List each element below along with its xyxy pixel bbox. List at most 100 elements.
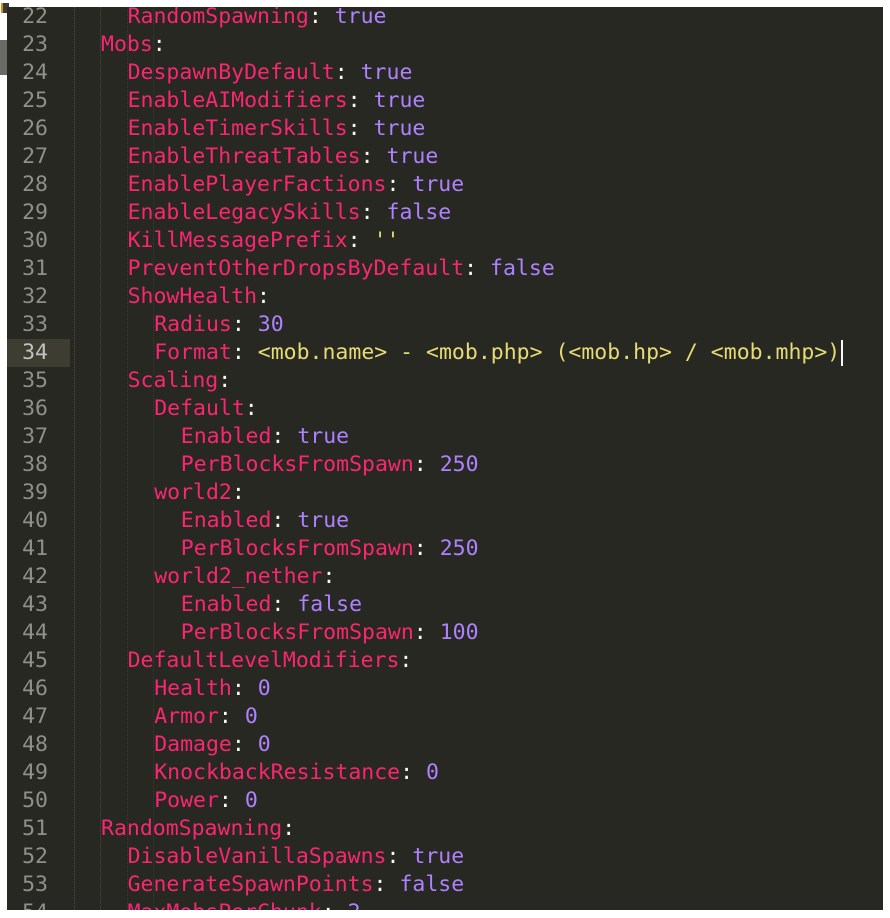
line-number: 44 — [22, 620, 48, 645]
line-number: 39 — [22, 480, 48, 505]
code-text[interactable]: RandomSpawning: — [101, 815, 295, 843]
code-line[interactable]: 41 PerBlocksFromSpawn: 250 — [7, 535, 883, 563]
code-line[interactable]: 23 Mobs: — [7, 31, 883, 59]
code-line[interactable]: 40 Enabled: true — [7, 507, 883, 535]
code-text[interactable]: Format: <mob.name> - <mob.php> (<mob.hp>… — [154, 339, 844, 367]
code-text[interactable]: PerBlocksFromSpawn: 250 — [181, 451, 479, 479]
code-text[interactable]: Default: — [154, 395, 258, 423]
code-line[interactable]: 38 PerBlocksFromSpawn: 250 — [7, 451, 883, 479]
code-line[interactable]: 44 PerBlocksFromSpawn: 100 — [7, 619, 883, 647]
line-gutter: 23 — [7, 31, 70, 59]
code-text[interactable]: PerBlocksFromSpawn: 250 — [181, 535, 479, 563]
colon: : — [347, 88, 361, 113]
code-line[interactable]: 52 DisableVanillaSpawns: true — [7, 843, 883, 871]
code-text[interactable]: Armor: 0 — [154, 703, 258, 731]
line-number: 22 — [22, 7, 48, 29]
line-number: 52 — [22, 844, 48, 869]
code-text[interactable]: Mobs: — [101, 31, 166, 59]
line-gutter: 26 — [7, 115, 70, 143]
yaml-key: Format — [154, 340, 232, 365]
code-line[interactable]: 29 EnableLegacySkills: false — [7, 199, 883, 227]
line-gutter: 30 — [7, 227, 70, 255]
code-line[interactable]: 32 ShowHealth: — [7, 283, 883, 311]
code-text[interactable]: KnockbackResistance: 0 — [154, 759, 439, 787]
code-text[interactable]: Enabled: false — [181, 591, 362, 619]
colon: : — [413, 620, 427, 645]
code-line[interactable]: 54 MaxMobsPerChunk: 2 — [7, 899, 883, 910]
code-line[interactable]: 49 KnockbackResistance: 0 — [7, 759, 883, 787]
line-gutter: 33 — [7, 311, 70, 339]
yaml-key: Damage — [154, 732, 232, 757]
code-text[interactable]: Power: 0 — [154, 787, 258, 815]
code-line[interactable]: 50 Power: 0 — [7, 787, 883, 815]
code-text[interactable]: RandomSpawning: true — [128, 7, 387, 31]
code-line[interactable]: 42 world2_nether: — [7, 563, 883, 591]
code-line[interactable]: 27 EnableThreatTables: true — [7, 143, 883, 171]
code-text[interactable]: DespawnByDefault: true — [128, 59, 413, 87]
code-line[interactable]: 39 world2: — [7, 479, 883, 507]
code-text[interactable]: Health: 0 — [154, 675, 271, 703]
code-line[interactable]: 45 DefaultLevelModifiers: — [7, 647, 883, 675]
yaml-key: Enabled — [180, 508, 272, 533]
code-text[interactable]: MaxMobsPerChunk: 2 — [128, 899, 361, 910]
code-text[interactable]: EnableTimerSkills: true — [128, 115, 426, 143]
code-text[interactable]: KillMessagePrefix: '' — [128, 227, 400, 255]
code-text[interactable]: Radius: 30 — [154, 311, 283, 339]
yaml-key: EnablePlayerFactions — [127, 172, 387, 197]
code-text[interactable]: Damage: 0 — [154, 731, 271, 759]
line-gutter: 25 — [7, 87, 70, 115]
yaml-value: true — [360, 60, 413, 85]
code-text[interactable]: DisableVanillaSpawns: true — [128, 843, 465, 871]
code-line[interactable]: 31 PreventOtherDropsByDefault: false — [7, 255, 883, 283]
yaml-key: EnableLegacySkills — [127, 200, 361, 225]
code-line[interactable]: 34 Format: <mob.name> - <mob.php> (<mob.h… — [7, 339, 883, 367]
colon: : — [244, 396, 258, 421]
code-text[interactable]: DefaultLevelModifiers: — [128, 647, 413, 675]
yaml-value: true — [373, 88, 426, 113]
code-text[interactable]: Scaling: — [128, 367, 232, 395]
code-line[interactable]: 51 RandomSpawning: — [7, 815, 883, 843]
code-text[interactable]: EnableLegacySkills: false — [128, 199, 452, 227]
code-line[interactable]: 28 EnablePlayerFactions: true — [7, 171, 883, 199]
code-line[interactable]: 43 Enabled: false — [7, 591, 883, 619]
code-line[interactable]: 33 Radius: 30 — [7, 311, 883, 339]
line-number: 41 — [22, 536, 48, 561]
line-gutter: 40 — [7, 507, 70, 535]
code-text[interactable]: PreventOtherDropsByDefault: false — [128, 255, 555, 283]
side-panel-handle[interactable] — [0, 40, 7, 75]
code-line[interactable]: 30 KillMessagePrefix: '' — [7, 227, 883, 255]
code-line[interactable]: 36 Default: — [7, 395, 883, 423]
code-line[interactable]: 47 Armor: 0 — [7, 703, 883, 731]
code-text[interactable]: Enabled: true — [181, 507, 349, 535]
code-line[interactable]: 37 Enabled: true — [7, 423, 883, 451]
line-gutter: 31 — [7, 255, 70, 283]
code-line[interactable]: 22 RandomSpawning: true — [7, 7, 883, 31]
line-number: 46 — [22, 676, 48, 701]
code-line[interactable]: 26 EnableTimerSkills: true — [7, 115, 883, 143]
code-line[interactable]: 46 Health: 0 — [7, 675, 883, 703]
code-line[interactable]: 24 DespawnByDefault: true — [7, 59, 883, 87]
code-line[interactable]: 25 EnableAIModifiers: true — [7, 87, 883, 115]
yaml-key: PreventOtherDropsByDefault — [127, 256, 465, 281]
code-text[interactable]: world2_nether: — [154, 563, 335, 591]
yaml-key: EnableTimerSkills — [127, 116, 348, 141]
colon: : — [152, 32, 166, 57]
code-text[interactable]: GenerateSpawnPoints: false — [128, 871, 465, 899]
colon: : — [360, 144, 374, 169]
code-editor[interactable]: 22 RandomSpawning: true 23 Mobs: 24 DespawnBy… — [7, 7, 883, 910]
code-text[interactable]: EnableAIModifiers: true — [128, 87, 426, 115]
code-line[interactable]: 35 Scaling: — [7, 367, 883, 395]
code-line[interactable]: 53 GenerateSpawnPoints: false — [7, 871, 883, 899]
code-text[interactable]: EnableThreatTables: true — [128, 143, 439, 171]
code-text[interactable]: EnablePlayerFactions: true — [128, 171, 465, 199]
code-line[interactable]: 48 Damage: 0 — [7, 731, 883, 759]
code-text[interactable]: Enabled: true — [181, 423, 349, 451]
yaml-key: DefaultLevelModifiers — [127, 648, 400, 673]
yaml-key: MaxMobsPerChunk — [128, 900, 322, 910]
yaml-value: 250 — [439, 536, 479, 561]
code-text[interactable]: world2: — [154, 479, 245, 507]
yaml-key: PerBlocksFromSpawn — [180, 452, 414, 477]
line-number: 54 — [22, 899, 48, 910]
code-text[interactable]: PerBlocksFromSpawn: 100 — [181, 619, 479, 647]
code-text[interactable]: ShowHealth: — [128, 283, 270, 311]
